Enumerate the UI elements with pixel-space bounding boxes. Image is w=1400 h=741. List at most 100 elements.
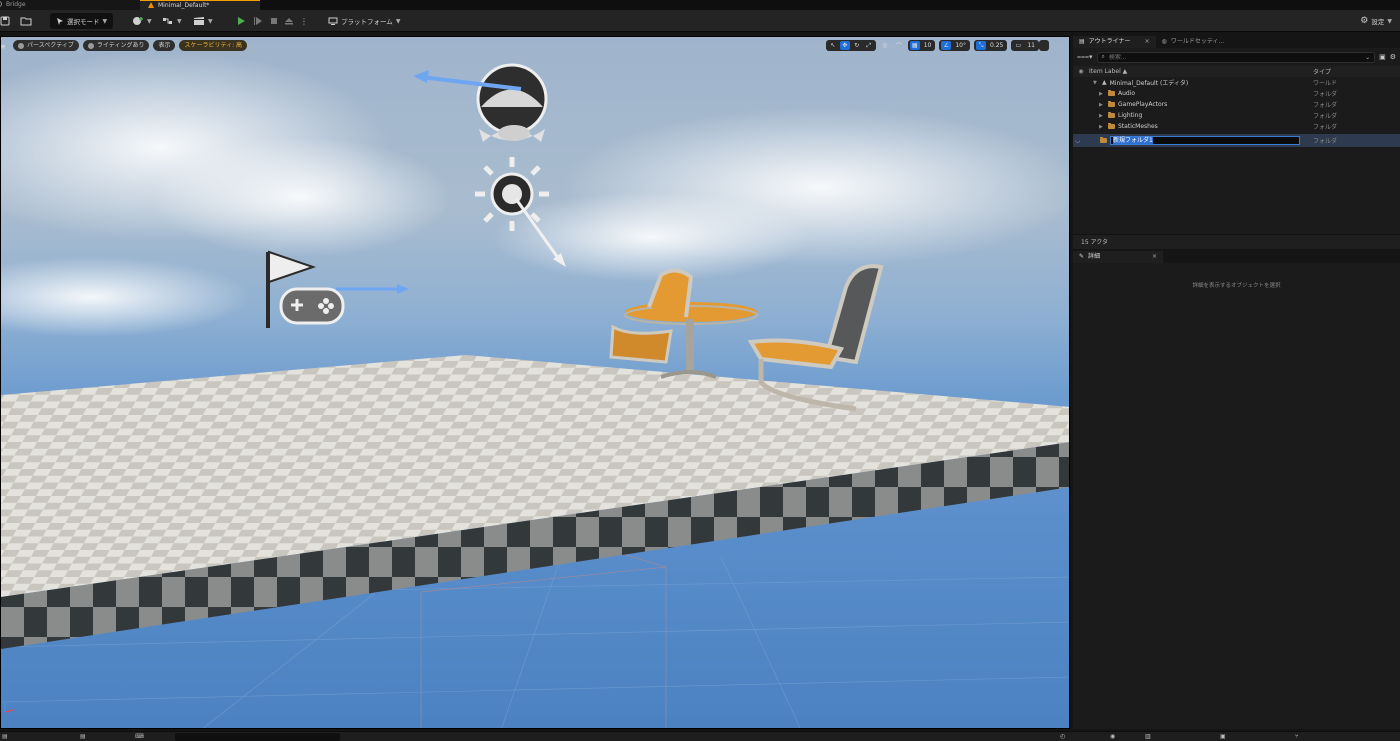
tab-outliner[interactable]: ▤ アウトライナー × [1073,36,1156,48]
step-button[interactable] [253,13,263,29]
outliner-row-world[interactable]: ▼ ▲ Minimal_Default (エディタ) ワールド [1073,77,1400,88]
outliner-tab-label: アウトライナー [1088,38,1131,45]
perspective-button[interactable]: パースペクティブ [13,40,79,51]
lighting-icon [87,42,94,49]
close-icon[interactable]: × [1145,36,1150,48]
content-browse-button[interactable] [20,13,32,29]
save-button[interactable] [0,13,10,29]
rename-folder-input[interactable]: 新規フォルダ1 [1110,136,1300,145]
more-vertical-icon: ⋮ [300,16,308,26]
row-name: ▶ StaticMeshes [1073,123,1313,130]
console-input[interactable] [175,733,340,741]
gear-icon[interactable]: ⚙ [1390,53,1396,61]
stop-button[interactable] [269,13,279,29]
main-toolbar: 選択モード ▼ ▼ ▼ ▼ ⋮ プラットフォーム ▼ ⚙ 設定 ▼ [0,10,1400,32]
item-label-column[interactable]: Item Label ▲ [1089,68,1313,75]
expand-arrow-icon[interactable]: ▼ [1093,80,1099,86]
tab-minimal-default[interactable]: Minimal_Default* [140,0,260,10]
log-icon: ▤ [80,733,86,740]
show-button[interactable]: 表示 [153,40,176,51]
unsaved-button[interactable]: ▣ [1220,732,1226,741]
play-button[interactable] [236,13,246,29]
mode-select-dropdown[interactable]: 選択モード ▼ [50,13,114,29]
translate-tool-icon[interactable]: ✥ [839,41,850,50]
eject-button[interactable] [284,13,294,29]
viewport-left-toolbar: パースペクティブ ライティングあり 表示 スケーラビリティ: 高 [13,40,248,51]
world-settings-tab-label: ワールドセッティ... [1170,38,1225,45]
perspective-label: パースペクティブ [27,42,74,49]
platform-dropdown[interactable]: プラットフォーム ▼ [328,13,400,29]
camera-speed[interactable]: ▭ 11 [1011,40,1039,51]
outliner-row-folder[interactable]: ▶ StaticMeshes フォルダ [1073,121,1400,132]
visibility-icon[interactable]: ◡ [1075,137,1097,144]
folder-icon [1108,101,1115,107]
viewport-menu-icon[interactable]: ≡ [1,42,6,51]
rotation-snap[interactable]: ∠ 10° [939,40,970,51]
row-type: フォルダ [1313,138,1338,145]
rotate-tool-icon[interactable]: ↻ [852,41,862,50]
add-folder-icon[interactable]: ▣ [1379,53,1386,61]
add-actor-icon [133,17,143,25]
close-icon[interactable]: × [1152,251,1157,263]
content-drawer-button[interactable]: ▤ [2,732,8,741]
search-icon: ⌕ [1101,53,1105,60]
cooking-button[interactable]: ▥ [1145,732,1151,741]
play-icon [238,17,245,25]
outliner-search[interactable]: ⌕ ⌄ [1096,51,1376,63]
surface-snap-icon[interactable]: ⌒ [894,41,904,50]
rename-folder-text: 新規フォルダ1 [1113,137,1153,144]
player-start-icon [266,250,345,328]
outliner-row-folder[interactable]: ▶ Audio フォルダ [1073,88,1400,99]
cinematics-button[interactable]: ▼ [193,13,213,29]
details-tabbar: ✎ 詳細 × [1073,251,1400,263]
outliner-row-folder[interactable]: ▶ Lighting フォルダ [1073,110,1400,121]
scale-snap[interactable]: ⤡ 0.25 [974,40,1008,51]
outliner-row-new-folder[interactable]: ◡ 新規フォルダ1 フォルダ [1073,134,1400,147]
grid-snap[interactable]: ▦ 10 [907,40,936,51]
search-input[interactable] [1108,53,1362,61]
cmd-dropdown[interactable]: ⌨ [135,732,144,741]
settings-button[interactable]: ⚙ 設定 ▼ [1360,13,1392,29]
scale-tool-icon[interactable]: ⤢ [864,41,874,50]
row-type: ワールド [1313,80,1338,87]
expand-arrow-icon[interactable]: ▶ [1099,124,1105,130]
tab-bridge[interactable]: Bridge [0,0,140,10]
expand-arrow-icon[interactable]: ▶ [1099,102,1105,108]
lighting-button[interactable]: ライティングあり [82,40,150,51]
expand-arrow-icon[interactable]: ▶ [1099,113,1105,119]
tab-details[interactable]: ✎ 詳細 × [1073,251,1163,263]
filter-icon[interactable]: ⩶▾ [1077,53,1093,62]
row-name: ▶ Audio [1073,90,1313,97]
outliner-panel: ▤ アウトライナー × ◍ ワールドセッティ... ⩶▾ ⌕ ⌄ ▣ ⚙ ◉ I… [1073,36,1400,249]
sky-atmosphere-icon [476,63,548,142]
unsaved-icon: ▣ [1220,733,1226,740]
type-column[interactable]: タイプ [1313,67,1400,76]
world-local-icon[interactable]: ◎ [880,41,890,50]
outliner-row-folder[interactable]: ▶ GamePlayActors フォルダ [1073,99,1400,110]
scalability-button[interactable]: スケーラビリティ: 高 [179,40,248,51]
row-type: フォルダ [1313,102,1338,109]
blueprint-button[interactable]: ▼ [162,13,182,29]
derived-data-button[interactable]: ◉ [1110,732,1115,741]
expand-arrow-icon[interactable]: ▶ [1099,91,1105,97]
chevron-down-icon[interactable]: ⌄ [1365,54,1370,61]
tab-minimal-default-label: Minimal_Default* [158,2,210,9]
arrow-head [413,70,429,83]
tab-world-settings[interactable]: ◍ ワールドセッティ... [1156,36,1231,48]
viewport-layout-icon[interactable] [1039,40,1049,51]
perspective-icon [18,42,24,49]
trace-button[interactable]: ◴ [1060,732,1065,741]
source-control-button[interactable]: ⑂ [1295,732,1299,741]
level-viewport[interactable]: ≡ パースペクティブ ライティングあり 表示 スケーラビリティ: 高 ↖ ✥ ↻… [0,36,1070,729]
platform-icon [328,17,338,25]
viewport-right-toolbar: ↖ ✥ ↻ ⤢ ◎ ⌒ ▦ 10 ∠ 10° ⤡ 0.25 ▭ 11 [825,40,1039,51]
add-actor-button[interactable]: ▼ [132,13,152,29]
play-options-button[interactable]: ⋮ [300,13,308,29]
row-name: ▶ GamePlayActors [1073,101,1313,108]
grid-snap-icon: ▦ [909,41,920,50]
output-log-button[interactable]: ▤ [80,732,86,741]
outliner-tabbar: ▤ アウトライナー × ◍ ワールドセッティ... [1073,36,1400,48]
visibility-icon[interactable]: ◉ [1073,68,1089,75]
select-tool-icon[interactable]: ↖ [828,41,838,50]
browse-icon [20,17,32,26]
